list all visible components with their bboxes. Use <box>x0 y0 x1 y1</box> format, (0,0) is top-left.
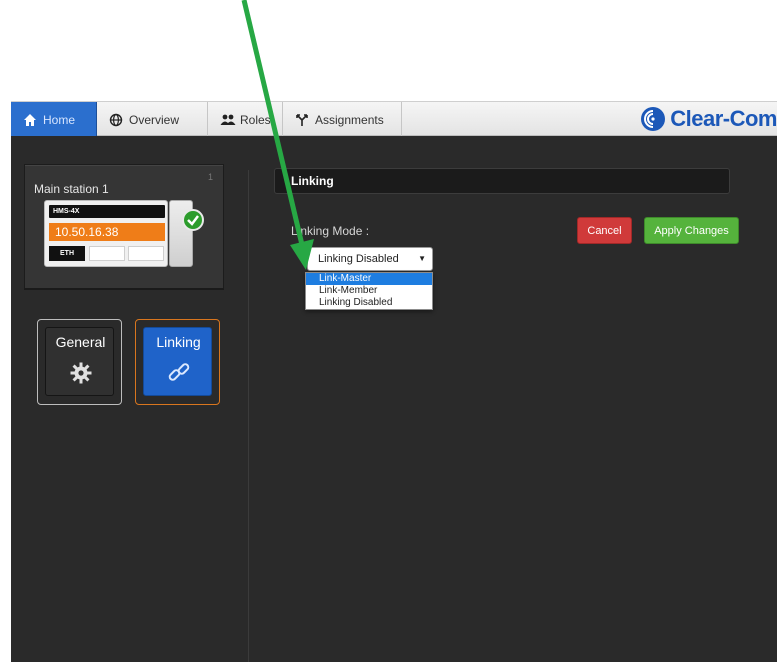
top-nav-bar: Home Overview Roles Assignments Clear-Co… <box>11 101 777 137</box>
general-tile-label: General <box>55 334 106 350</box>
linking-tile-inner: Linking <box>143 327 212 396</box>
cancel-button[interactable]: Cancel <box>577 217 632 244</box>
station-number: 1 <box>208 172 214 182</box>
clear-com-logo-icon <box>640 106 666 132</box>
brand-name: Clear-Com <box>670 106 777 131</box>
assignments-icon <box>295 113 309 127</box>
option-linking-disabled[interactable]: Linking Disabled <box>306 297 432 309</box>
link-icon <box>167 361 191 390</box>
device-ip-address: 10.50.16.38 <box>49 223 165 241</box>
users-icon <box>220 113 236 127</box>
caret-down-icon: ▼ <box>418 254 426 263</box>
linking-mode-select[interactable]: Linking Disabled ▼ <box>307 247 433 271</box>
device-model: HMS-4X <box>49 205 165 218</box>
tab-roles[interactable]: Roles <box>208 102 283 137</box>
option-link-master[interactable]: Link-Master <box>306 273 432 285</box>
panel-divider <box>248 170 249 662</box>
tab-overview[interactable]: Overview <box>97 102 208 137</box>
main-content: 1 Main station 1 HMS-4X 10.50.16.38 ETH … <box>11 136 777 662</box>
general-tile-inner: General <box>45 327 114 396</box>
tab-assignments-label: Assignments <box>315 112 384 127</box>
linking-mode-dropdown: Link-Master Link-Member Linking Disabled <box>305 272 433 310</box>
general-tile[interactable]: General <box>37 319 122 405</box>
brand-logo: Clear-Com <box>640 104 777 134</box>
port-slot <box>128 246 164 261</box>
home-icon <box>23 113 37 127</box>
gear-icon <box>70 362 92 389</box>
linking-tile-label: Linking <box>156 334 201 350</box>
apply-changes-button[interactable]: Apply Changes <box>644 217 739 244</box>
tab-roles-label: Roles <box>240 112 271 127</box>
device-panel: HMS-4X 10.50.16.38 ETH <box>44 200 168 267</box>
linking-mode-label: Linking Mode : <box>291 224 370 238</box>
tab-home-label: Home <box>43 112 76 127</box>
globe-icon <box>109 113 123 127</box>
page: Home Overview Roles Assignments Clear-Co… <box>0 0 777 662</box>
section-heading: Linking <box>274 168 730 194</box>
tab-overview-label: Overview <box>129 112 180 127</box>
check-icon <box>182 209 204 231</box>
eth-port-badge: ETH <box>49 246 85 261</box>
port-slot <box>89 246 125 261</box>
linking-mode-value: Linking Disabled <box>318 253 399 265</box>
option-link-member[interactable]: Link-Member <box>306 285 432 297</box>
linking-tile[interactable]: Linking <box>135 319 220 405</box>
tab-assignments[interactable]: Assignments <box>283 102 402 137</box>
station-name: Main station 1 <box>34 182 109 196</box>
tab-home[interactable]: Home <box>11 102 97 137</box>
